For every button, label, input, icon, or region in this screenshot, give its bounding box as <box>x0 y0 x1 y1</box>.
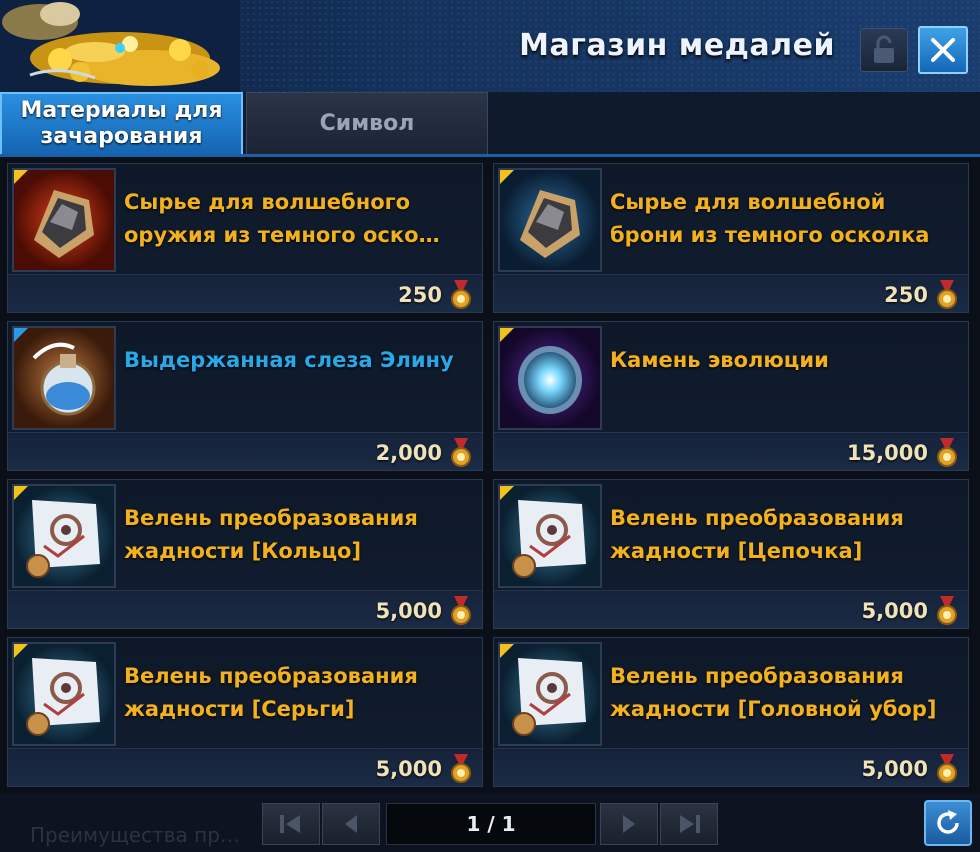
item-price: 250 <box>884 283 928 307</box>
item-name: Сырье для волшебного оружия из темного о… <box>124 190 440 247</box>
item-name: Сырье для волшебной брони из темного оск… <box>610 190 930 247</box>
shop-item[interactable]: Камень эволюции 15,000 <box>493 321 969 471</box>
price-bar: 5,000 <box>494 590 968 628</box>
item-grid: Сырье для волшебного оружия из темного о… <box>0 157 980 793</box>
item-price: 5,000 <box>861 599 928 623</box>
price-bar: 5,000 <box>494 748 968 786</box>
shop-item[interactable]: Велень преобразования жадности [Серьги] … <box>7 637 483 787</box>
medal-icon <box>451 280 471 309</box>
price-bar: 5,000 <box>8 748 482 786</box>
shop-item[interactable]: Велень преобразования жадности [Головной… <box>493 637 969 787</box>
price-bar: 15,000 <box>494 432 968 470</box>
price-bar: 250 <box>8 274 482 312</box>
evolution-stone-icon <box>498 326 602 430</box>
next-page-button[interactable] <box>600 803 658 845</box>
tab-bar: Материалы для зачарования Символ <box>0 92 980 156</box>
item-price: 250 <box>398 283 442 307</box>
medal-icon <box>451 596 471 625</box>
shop-item[interactable]: Велень преобразования жадности [Цепочка]… <box>493 479 969 629</box>
shop-item[interactable]: Сырье для волшебной брони из темного оск… <box>493 163 969 313</box>
vellum-scroll-icon <box>12 642 116 746</box>
last-page-icon <box>680 815 700 833</box>
footer-hint: Преимущества пр… <box>30 823 240 847</box>
item-name: Выдержанная слеза Элину <box>124 348 454 372</box>
refresh-icon <box>937 810 959 834</box>
medal-icon <box>451 754 471 783</box>
vellum-scroll-icon <box>498 642 602 746</box>
chevron-left-icon <box>345 815 357 833</box>
medal-icon <box>937 754 957 783</box>
medal-icon <box>937 280 957 309</box>
close-button[interactable] <box>918 26 968 74</box>
window-header: Магазин медалей <box>0 0 980 92</box>
window-title: Магазин медалей <box>519 28 835 63</box>
item-price: 2,000 <box>375 441 442 465</box>
item-name: Велень преобразования жадности [Головной… <box>610 664 937 721</box>
last-page-button[interactable] <box>660 803 718 845</box>
price-bar: 5,000 <box>8 590 482 628</box>
item-price: 5,000 <box>375 757 442 781</box>
first-page-button[interactable] <box>262 803 320 845</box>
tab-enchant-materials[interactable]: Материалы для зачарования <box>0 92 243 156</box>
item-name: Велень преобразования жадности [Кольцо] <box>124 506 418 563</box>
item-price: 15,000 <box>846 441 928 465</box>
vellum-scroll-icon <box>498 484 602 588</box>
dark-shard-armor-icon <box>498 168 602 272</box>
prev-page-button[interactable] <box>322 803 380 845</box>
dark-shard-weapon-icon <box>12 168 116 272</box>
item-price: 5,000 <box>375 599 442 623</box>
first-page-icon <box>280 815 300 833</box>
tab-symbol[interactable]: Символ <box>246 92 488 156</box>
item-name: Велень преобразования жадности [Цепочка] <box>610 506 904 563</box>
item-price: 5,000 <box>861 757 928 781</box>
item-name: Камень эволюции <box>610 348 829 372</box>
elyn-tear-potion-icon <box>12 326 116 430</box>
price-bar: 250 <box>494 274 968 312</box>
medal-icon <box>937 438 957 467</box>
shop-item[interactable]: Сырье для волшебного оружия из темного о… <box>7 163 483 313</box>
lock-icon <box>874 35 894 63</box>
shop-item[interactable]: Выдержанная слеза Элину 2,000 <box>7 321 483 471</box>
lock-button[interactable] <box>860 28 908 72</box>
chevron-right-icon <box>623 815 635 833</box>
footer: Преимущества пр… 1 / 1 <box>0 793 980 852</box>
shop-item[interactable]: Велень преобразования жадности [Кольцо] … <box>7 479 483 629</box>
medal-icon <box>451 438 471 467</box>
treasure-chest-icon <box>0 0 240 92</box>
price-bar: 2,000 <box>8 432 482 470</box>
page-indicator: 1 / 1 <box>386 803 596 845</box>
close-icon <box>931 38 955 62</box>
medal-icon <box>937 596 957 625</box>
refresh-button[interactable] <box>924 800 972 846</box>
item-name: Велень преобразования жадности [Серьги] <box>124 664 418 721</box>
vellum-scroll-icon <box>12 484 116 588</box>
